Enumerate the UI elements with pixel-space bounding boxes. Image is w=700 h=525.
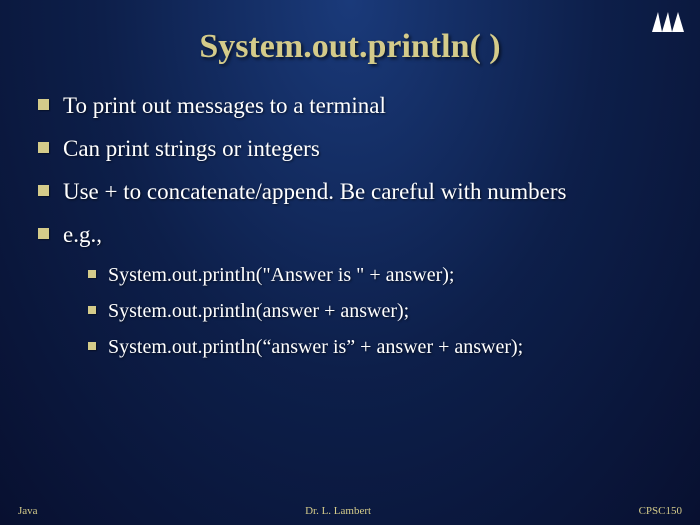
bullet-text: Can print strings or integers bbox=[63, 133, 320, 164]
bullet-item: To print out messages to a terminal bbox=[38, 90, 662, 121]
slide-title: System.out.println( ) bbox=[0, 0, 700, 90]
slide-footer: Java Dr. L. Lambert CPSC150 bbox=[0, 505, 700, 517]
slide-content: To print out messages to a terminal Can … bbox=[0, 90, 700, 360]
sub-bullet-text: System.out.println("Answer is " + answer… bbox=[108, 262, 454, 288]
bullet-marker bbox=[38, 142, 49, 153]
bullet-item: Use + to concatenate/append. Be careful … bbox=[38, 176, 662, 207]
logo-icon bbox=[650, 8, 686, 39]
bullet-item: Can print strings or integers bbox=[38, 133, 662, 164]
bullet-text: Use + to concatenate/append. Be careful … bbox=[63, 176, 566, 207]
sub-bullet-marker bbox=[88, 342, 96, 350]
bullet-marker bbox=[38, 185, 49, 196]
sub-bullet-item: System.out.println(answer + answer); bbox=[88, 298, 662, 324]
sub-bullet-text: System.out.println(answer + answer); bbox=[108, 298, 409, 324]
sub-bullet-marker bbox=[88, 270, 96, 278]
sub-bullet-marker bbox=[88, 306, 96, 314]
bullet-text: To print out messages to a terminal bbox=[63, 90, 386, 121]
bullet-item: e.g., bbox=[38, 219, 662, 250]
bullet-marker bbox=[38, 99, 49, 110]
footer-right: CPSC150 bbox=[639, 505, 682, 517]
sub-bullet-item: System.out.println("Answer is " + answer… bbox=[88, 262, 662, 288]
bullet-text: e.g., bbox=[63, 219, 102, 250]
footer-left: Java bbox=[18, 505, 38, 517]
sub-bullet-text: System.out.println(“answer is” + answer … bbox=[108, 334, 523, 360]
footer-center: Dr. L. Lambert bbox=[305, 505, 371, 517]
bullet-marker bbox=[38, 228, 49, 239]
sub-bullet-item: System.out.println(“answer is” + answer … bbox=[88, 334, 662, 360]
